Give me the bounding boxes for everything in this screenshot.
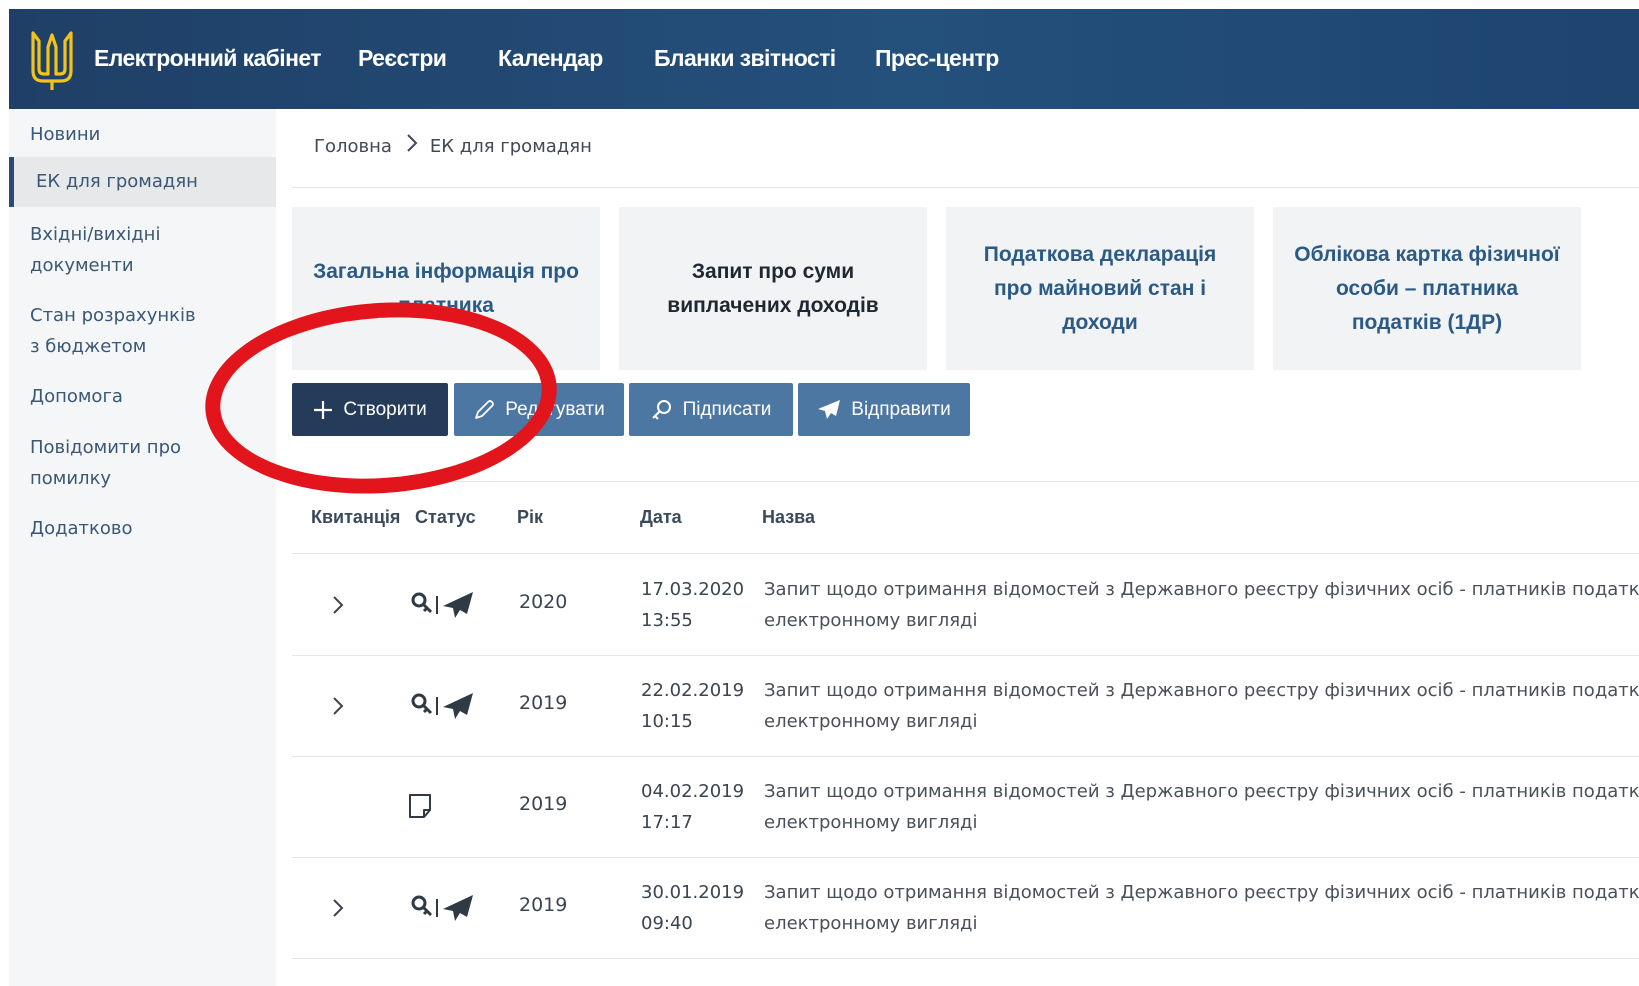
sidebar-item-citizens[interactable]: ЕК для громадян (9, 157, 276, 207)
sidebar: Новини ЕК для громадян Вхідні/вихідні до… (9, 109, 276, 986)
row-title[interactable]: Запит щодо отримання відомостей з Держав… (764, 675, 1639, 737)
row-year: 2019 (519, 793, 568, 815)
table-row[interactable]: 2019 22.02.2019 10:15 Запит щодо отриманн… (292, 655, 1639, 757)
row-date: 30.01.2019 09:40 (641, 882, 745, 934)
create-button-label: Створити (343, 398, 427, 420)
signed-sent-status-icon (411, 693, 473, 719)
sign-button-label: Підписати (682, 398, 772, 420)
edit-button-label: Редагувати (505, 398, 605, 420)
row-date: 22.02.2019 10:15 (641, 680, 745, 732)
card-property-declaration[interactable]: Податкова декларація про майновий стан і… (946, 207, 1254, 370)
column-header-year[interactable]: Рік (517, 507, 543, 528)
draft-document-icon (409, 794, 431, 818)
table-row[interactable]: 2019 30.01.2019 09:40 Запит щодо отриманн… (292, 857, 1639, 959)
send-button-label: Відправити (851, 398, 951, 420)
signed-sent-status-icon (411, 592, 473, 618)
column-header-status[interactable]: Статус (415, 507, 476, 528)
row-title[interactable]: Запит щодо отримання відомостей з Держав… (764, 877, 1639, 939)
sign-button[interactable]: Підписати (629, 383, 793, 436)
sidebar-item-news[interactable]: Новини (9, 119, 276, 150)
edit-button[interactable]: Редагувати (454, 383, 624, 436)
key-icon (651, 399, 673, 421)
column-header-receipt[interactable]: Квитанція (311, 507, 400, 528)
sidebar-item-report-error[interactable]: Повідомити про помилку (9, 432, 199, 494)
signed-sent-status-icon (411, 895, 473, 921)
nav-registries[interactable]: Реєстри (358, 45, 447, 72)
divider (292, 481, 1639, 482)
plus-icon (313, 400, 333, 420)
card-income-request[interactable]: Запит про суми виплачених доходів (619, 207, 927, 370)
paper-plane-icon (817, 399, 841, 421)
sidebar-item-documents[interactable]: Вхідні/вихідні документи (9, 219, 209, 281)
nav-report-forms[interactable]: Бланки звітності (654, 45, 836, 72)
row-title[interactable]: Запит щодо отримання відомостей з Держав… (764, 574, 1639, 636)
nav-press-center[interactable]: Прес-центр (875, 45, 999, 72)
create-button[interactable]: Створити (292, 383, 448, 436)
row-title[interactable]: Запит щодо отримання відомостей з Держав… (764, 776, 1639, 838)
table-row[interactable]: 2019 04.02.2019 17:17 Запит щодо отриманн… (292, 756, 1639, 858)
chevron-right-icon[interactable] (328, 893, 348, 923)
sidebar-item-budget[interactable]: Стан розрахунків з бюджетом (9, 300, 209, 362)
row-year: 2020 (519, 591, 568, 613)
row-date: 17.03.2020 13:55 (641, 579, 745, 631)
send-button[interactable]: Відправити (798, 383, 970, 436)
row-date: 04.02.2019 17:17 (641, 781, 745, 833)
column-header-name[interactable]: Назва (762, 507, 815, 528)
nav-calendar[interactable]: Календар (498, 45, 603, 72)
chevron-right-icon[interactable] (328, 691, 348, 721)
table-row[interactable]: 2020 17.03.2020 13:55 Запит щодо отриманн… (292, 554, 1639, 656)
card-general-info[interactable]: Загальна інформація про платника (292, 207, 600, 370)
brand-title[interactable]: Електронний кабінет (94, 45, 322, 72)
row-year: 2019 (519, 692, 568, 714)
breadcrumb-current: ЕК для громадян (429, 136, 592, 157)
column-header-date[interactable]: Дата (640, 507, 682, 528)
pencil-icon (473, 399, 495, 421)
row-year: 2019 (519, 894, 568, 916)
breadcrumb: Головна ЕК для громадян (314, 134, 592, 157)
card-registration-1dr[interactable]: Облікова картка фізичної особи – платник… (1273, 207, 1581, 370)
divider (292, 187, 1639, 188)
sidebar-item-additional[interactable]: Додатково (9, 513, 276, 544)
sidebar-item-help[interactable]: Допомога (9, 381, 276, 412)
chevron-right-icon (406, 134, 418, 157)
top-navbar: Електронний кабінет Реєстри Календар Бла… (9, 9, 1639, 109)
trident-logo-icon[interactable] (29, 27, 75, 93)
app-window: Електронний кабінет Реєстри Календар Бла… (9, 9, 1639, 986)
breadcrumb-home[interactable]: Головна (314, 136, 392, 157)
chevron-right-icon[interactable] (328, 590, 348, 620)
